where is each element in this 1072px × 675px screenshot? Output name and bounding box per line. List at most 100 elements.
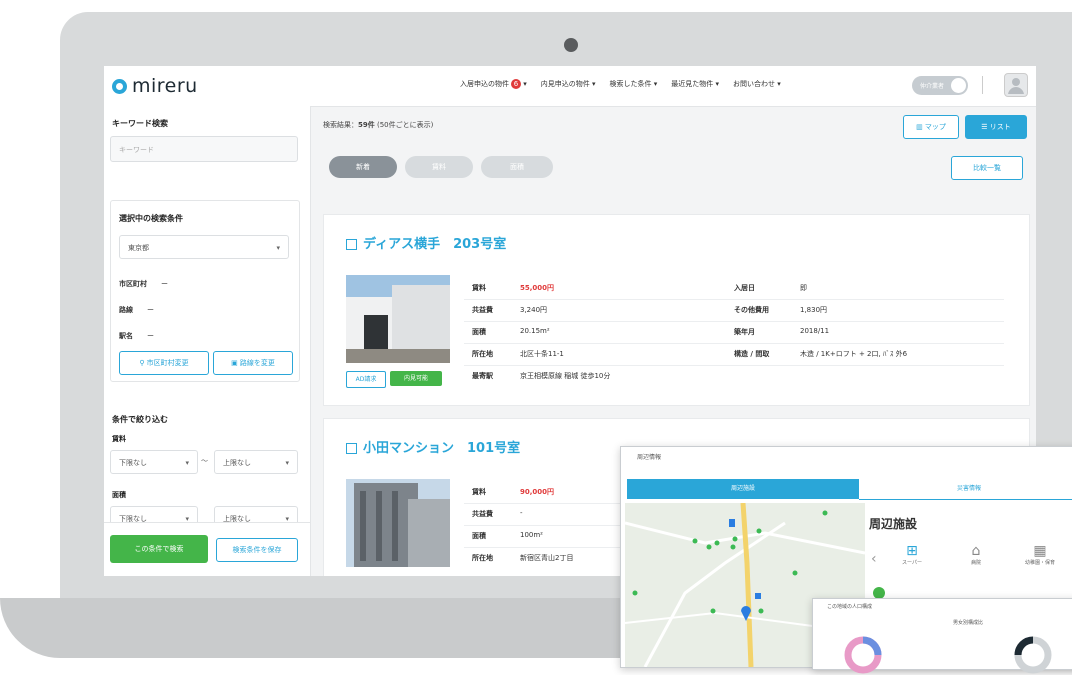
compare-list-button[interactable]: 比較一覧 <box>951 156 1023 180</box>
row-divider <box>464 343 1004 344</box>
chevron-down-icon: ▾ <box>185 459 189 467</box>
viewing-available-chip[interactable]: 内見可能 <box>390 371 442 386</box>
select-checkbox[interactable] <box>346 239 357 250</box>
field-value: - <box>520 509 523 517</box>
rent-value: 90,000円 <box>520 488 555 496</box>
field-value: 1,830円 <box>800 306 828 314</box>
condition-row: 路線 ー <box>119 305 154 315</box>
filter-title: 条件で絞り込む <box>112 415 168 424</box>
field-value: 3,240円 <box>520 306 548 314</box>
logo[interactable]: mireru <box>112 75 198 97</box>
listing-title-text: ディアス横手 203号室 <box>363 237 507 252</box>
field-label: 面積 <box>472 532 486 540</box>
field-label: 共益費 <box>472 306 493 314</box>
condition-row: 市区町村 ー <box>119 279 168 289</box>
field-label: 所在地 <box>472 350 493 358</box>
search-with-conditions-button[interactable]: この条件で検索 <box>110 535 208 563</box>
listing-title[interactable]: 小田マンション 101号室 <box>346 437 520 456</box>
button-label: マップ <box>924 123 946 131</box>
nav-applications[interactable]: 入居申込の物件 6 ▾ <box>460 79 527 89</box>
field-label: 最寄駅 <box>472 372 493 380</box>
tab-facilities[interactable]: 周辺施設 <box>627 479 859 499</box>
listing-title[interactable]: ディアス横手 203号室 <box>346 233 506 252</box>
field-label: 共益費 <box>472 510 493 518</box>
save-conditions-button[interactable]: 検索条件を保存 <box>216 538 298 562</box>
row-value: ー <box>161 280 168 288</box>
result-prefix: 検索結果： <box>323 121 358 129</box>
map-view-button[interactable]: ▥ マップ <box>903 115 959 139</box>
sort-pill-newest[interactable]: 新着 <box>329 156 397 178</box>
list-view-button[interactable]: ☰ リスト <box>965 115 1027 139</box>
nav-label: 入居申込の物件 <box>460 80 509 88</box>
toggle-knob <box>951 78 966 93</box>
facility-hospital[interactable]: ⌂ 病院 <box>951 543 1001 577</box>
button-label: リスト <box>989 123 1011 131</box>
sort-pill-rent[interactable]: 賃料 <box>405 156 473 178</box>
select-checkbox[interactable] <box>346 443 357 454</box>
rent-value: 55,000円 <box>520 284 555 292</box>
facility-label: 病院 <box>970 560 981 566</box>
row-divider <box>464 299 1004 300</box>
popup-title: 周辺情報 <box>637 454 662 461</box>
range-separator: 〜 <box>201 457 208 465</box>
nav-recent[interactable]: 最近見た物件 ▾ <box>671 79 719 89</box>
camera-icon <box>564 38 578 52</box>
selected-title: 選択中の検索条件 <box>119 214 183 223</box>
tab-disaster[interactable]: 災害情報 <box>859 479 1072 500</box>
rent-min-select[interactable]: 下限なし ▾ <box>110 450 198 474</box>
school-icon: ▦ <box>1033 543 1047 559</box>
keyword-title: キーワード検索 <box>112 119 168 128</box>
donut-chart-icon <box>844 636 882 674</box>
rent-label: 賃料 <box>112 435 126 443</box>
nav-saved-searches[interactable]: 検索した条件 ▾ <box>610 79 658 89</box>
facility-supermarket[interactable]: ⊞ スーパー <box>887 543 937 577</box>
donut-chart-icon <box>1014 636 1052 674</box>
building-photo-icon <box>346 275 450 363</box>
change-city-button[interactable]: ⚲ 市区町村変更 <box>119 351 209 375</box>
field-value: 新宿区青山2丁目 <box>520 554 574 562</box>
agent-mode-toggle[interactable]: 仲介業者 <box>912 76 968 95</box>
nav-contact[interactable]: お問い合わせ ▾ <box>733 79 781 89</box>
area-label: 面積 <box>112 491 126 499</box>
toggle-label: 仲介業者 <box>920 83 945 90</box>
facility-nursery[interactable]: ▦ 幼稚園・保育 <box>1015 543 1065 577</box>
avatar[interactable] <box>1004 73 1028 97</box>
train-icon: ▣ <box>231 359 240 367</box>
field-label: 築年月 <box>734 328 755 336</box>
popup2-subtitle: 男女別構成比 <box>953 620 984 626</box>
listing-card[interactable]: ディアス横手 203号室 AD請求 内見可能 賃料 55,000円 共益費 3,… <box>323 214 1030 406</box>
list-icon: ☰ <box>981 123 990 131</box>
header-nav: 入居申込の物件 6 ▾ 内見申込の物件 ▾ 検索した条件 ▾ 最近見た物件 ▾ お… <box>460 79 781 89</box>
sort-pill-area[interactable]: 面積 <box>481 156 553 178</box>
popup2-title: この地域の人口構成 <box>827 604 873 610</box>
hospital-icon: ⌂ <box>971 543 981 559</box>
prefecture-select[interactable]: 東京都 ▾ <box>119 235 289 259</box>
chevron-left-icon[interactable]: ‹ <box>871 551 877 567</box>
result-summary: 検索結果：59件 (50件ごとに表示) <box>323 120 433 130</box>
map-icon: ▥ <box>916 123 925 131</box>
field-value: 即 <box>800 284 807 292</box>
field-value: 100m² <box>520 531 543 539</box>
nav-badge: 6 <box>511 79 521 89</box>
listing-photo[interactable] <box>346 275 450 363</box>
result-count: 59件 <box>358 121 375 129</box>
rent-max-select[interactable]: 上限なし ▾ <box>214 450 298 474</box>
field-label: 賃料 <box>472 488 486 496</box>
keyword-input[interactable]: キーワード <box>110 136 298 162</box>
select-value: 上限なし <box>223 459 251 467</box>
nav-viewings[interactable]: 内見申込の物件 ▾ <box>541 79 596 89</box>
selected-conditions-panel: 選択中の検索条件 東京都 ▾ 市区町村ー 路線ー 駅名ー ⚲ 市区町村変更 ▣ … <box>110 200 300 382</box>
listing-photo[interactable] <box>346 479 450 567</box>
chevron-down-icon: ▾ <box>285 459 289 467</box>
field-label: 所在地 <box>472 554 493 562</box>
row-key: 市区町村 <box>119 280 147 288</box>
pin-icon: ⚲ <box>139 359 147 367</box>
nav-label: 内見申込の物件 <box>540 80 590 88</box>
field-value: 20.15m² <box>520 327 550 335</box>
sidebar-footer: この条件で検索 検索条件を保存 <box>104 522 310 576</box>
logo-text: mireru <box>132 75 198 97</box>
change-line-button[interactable]: ▣ 路線を変更 <box>213 351 293 375</box>
result-suffix: (50件ごとに表示) <box>376 121 434 129</box>
field-value: 京王相模原線 稲城 徒歩10分 <box>520 372 611 380</box>
field-label: その他費用 <box>734 306 769 314</box>
